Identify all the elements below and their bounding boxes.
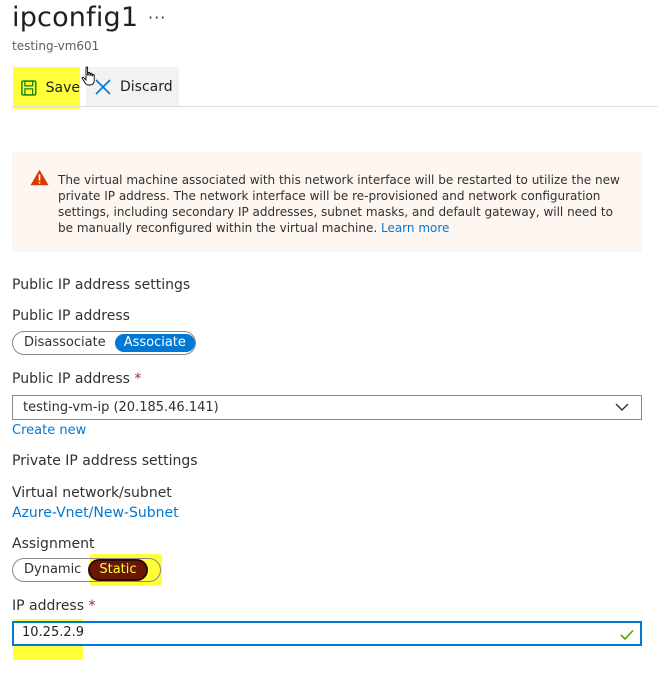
discard-button[interactable]: Discard <box>86 67 179 106</box>
associate-option[interactable]: Associate <box>114 334 195 352</box>
chevron-down-icon <box>615 403 629 411</box>
assignment-label: Assignment <box>12 536 95 552</box>
checkmark-icon <box>620 626 634 645</box>
ip-address-input[interactable] <box>12 621 642 646</box>
toolbar-divider <box>12 106 658 107</box>
public-ip-select-value: testing-vm-ip (20.185.46.141) <box>23 400 219 415</box>
public-ip-select[interactable]: testing-vm-ip (20.185.46.141) <box>12 395 642 420</box>
public-ip-select-label-text: Public IP address <box>12 371 130 387</box>
more-options-icon[interactable]: ··· <box>148 8 166 27</box>
learn-more-link[interactable]: Learn more <box>381 221 449 235</box>
create-new-link[interactable]: Create new <box>12 423 86 438</box>
public-ip-section-title: Public IP address settings <box>12 277 191 293</box>
required-marker: * <box>88 598 96 614</box>
public-ip-select-label: Public IP address * <box>12 371 141 387</box>
ip-address-label: IP address * <box>12 598 95 614</box>
private-ip-section-title: Private IP address settings <box>12 453 198 469</box>
assignment-toggle[interactable]: Dynamic Static <box>12 558 161 582</box>
save-icon <box>21 80 37 96</box>
ip-address-value: 10.25.2.9 <box>22 625 85 640</box>
hand-cursor-icon <box>81 66 97 92</box>
warning-triangle-icon <box>30 169 49 190</box>
vnet-link[interactable]: Azure-Vnet/New-Subnet <box>12 505 179 521</box>
ip-address-label-text: IP address <box>12 598 85 614</box>
required-marker: * <box>134 371 142 387</box>
warning-text: The virtual machine associated with this… <box>58 173 620 235</box>
warning-message: The virtual machine associated with this… <box>58 172 630 236</box>
vnet-label: Virtual network/subnet <box>12 485 172 501</box>
public-ip-toggle[interactable]: Disassociate Associate <box>12 331 196 355</box>
save-label: Save <box>45 80 80 96</box>
page-title: ipconfig1 <box>12 2 139 33</box>
dynamic-option[interactable]: Dynamic <box>15 561 90 579</box>
disassociate-option[interactable]: Disassociate <box>15 334 115 352</box>
save-button[interactable]: Save <box>13 67 80 109</box>
discard-label: Discard <box>120 78 173 95</box>
public-ip-toggle-label: Public IP address <box>12 308 130 324</box>
static-option[interactable]: Static <box>90 561 146 579</box>
page-subtitle: testing-vm601 <box>12 39 100 53</box>
